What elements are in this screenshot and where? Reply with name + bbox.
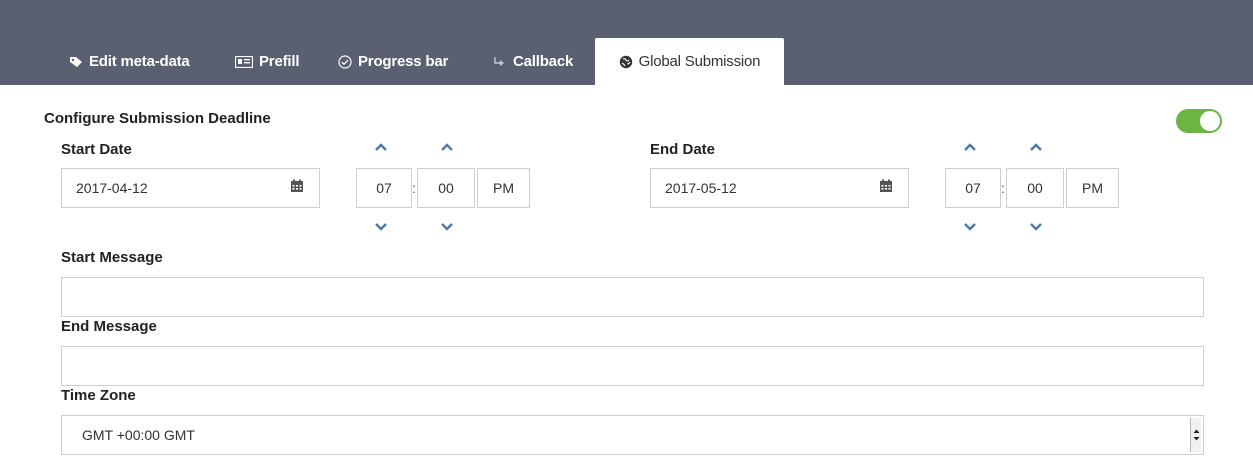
chevron-down-icon <box>1030 218 1042 236</box>
start-meridian-button[interactable]: PM <box>477 168 530 208</box>
end-date-input[interactable] <box>650 168 864 208</box>
end-date-label: End Date <box>650 141 716 158</box>
globe-icon <box>619 55 633 69</box>
chevron-down-icon <box>375 218 387 236</box>
id-card-icon <box>235 55 253 68</box>
section-title: Configure Submission Deadline <box>44 110 271 127</box>
chevron-down-icon <box>441 218 453 236</box>
tab-label: Progress bar <box>358 53 449 70</box>
start-hour-up-button[interactable] <box>373 141 389 153</box>
tab-label: Global Submission <box>638 53 761 70</box>
end-minute-up-button[interactable] <box>1028 141 1044 153</box>
end-meridian-button[interactable]: PM <box>1066 168 1119 208</box>
top-nav-bar: Edit meta-data Prefill Progress bar Call… <box>0 0 1253 85</box>
start-date-label: Start Date <box>61 141 132 158</box>
check-circle-icon <box>338 54 352 69</box>
callback-icon <box>493 55 507 69</box>
time-separator: : <box>1001 180 1005 196</box>
start-date-input[interactable] <box>61 168 275 208</box>
calendar-icon <box>879 179 893 198</box>
end-minute-input[interactable]: 00 <box>1006 168 1064 208</box>
end-hour-input[interactable]: 07 <box>945 168 1001 208</box>
tab-label: Prefill <box>259 53 300 70</box>
end-message-input[interactable] <box>61 346 1204 386</box>
calendar-icon <box>290 179 304 198</box>
time-zone-select[interactable]: GMT +00:00 GMT <box>61 415 1204 455</box>
tab-global-submission[interactable]: Global Submission <box>595 38 784 85</box>
time-separator: : <box>412 180 416 196</box>
end-message-label: End Message <box>61 318 157 335</box>
chevron-up-icon <box>964 138 976 156</box>
start-message-input[interactable] <box>61 277 1204 317</box>
tab-edit-meta-data[interactable]: Edit meta-data <box>69 38 190 85</box>
toggle-knob <box>1200 111 1220 131</box>
start-hour-down-button[interactable] <box>373 221 389 233</box>
start-minute-down-button[interactable] <box>439 221 455 233</box>
deadline-toggle[interactable] <box>1176 109 1222 133</box>
tag-icon <box>69 56 83 68</box>
time-zone-label: Time Zone <box>61 387 136 404</box>
tab-prefill[interactable]: Prefill <box>235 38 299 85</box>
tab-callback[interactable]: Callback <box>493 38 573 85</box>
select-arrows-icon <box>1190 418 1201 452</box>
end-hour-up-button[interactable] <box>962 141 978 153</box>
start-date-calendar-button[interactable] <box>274 168 320 208</box>
end-minute-down-button[interactable] <box>1028 221 1044 233</box>
start-minute-input[interactable]: 00 <box>417 168 475 208</box>
chevron-up-icon <box>375 138 387 156</box>
end-hour-down-button[interactable] <box>962 221 978 233</box>
chevron-up-icon <box>1030 138 1042 156</box>
start-message-label: Start Message <box>61 249 163 266</box>
chevron-up-icon <box>441 138 453 156</box>
start-minute-up-button[interactable] <box>439 141 455 153</box>
start-hour-input[interactable]: 07 <box>356 168 412 208</box>
tab-label: Edit meta-data <box>89 53 190 70</box>
chevron-down-icon <box>964 218 976 236</box>
end-date-calendar-button[interactable] <box>863 168 909 208</box>
time-zone-value: GMT +00:00 GMT <box>82 427 195 443</box>
tab-label: Callback <box>513 53 574 70</box>
tab-progress-bar[interactable]: Progress bar <box>338 38 448 85</box>
